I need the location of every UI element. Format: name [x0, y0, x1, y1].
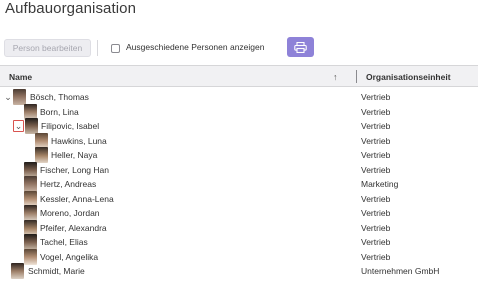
tree-row[interactable]: Vogel, Angelika Vertrieb — [0, 248, 478, 265]
person-name: Moreno, Jordan — [40, 208, 100, 218]
org-unit: Vertrieb — [361, 222, 391, 233]
tree-rows: ⌄ Bösch, Thomas Vertrieb Born, Lina Vert… — [0, 89, 478, 279]
tree-row[interactable]: Hertz, Andreas Marketing — [0, 176, 478, 192]
tree-row[interactable]: Pfeifer, Alexandra Vertrieb — [0, 219, 478, 236]
print-button[interactable] — [287, 37, 314, 57]
toolbar-divider — [97, 40, 98, 56]
column-header-name[interactable]: Name — [9, 72, 32, 82]
person-name: Bösch, Thomas — [30, 92, 89, 102]
tree-row[interactable]: Hawkins, Luna Vertrieb — [0, 132, 478, 149]
avatar — [24, 234, 37, 250]
arrow-up-icon[interactable]: ↑ — [333, 72, 338, 82]
show-retired-label[interactable]: Ausgeschiedene Personen anzeigen — [126, 42, 264, 52]
org-unit: Unternehmen GmbH — [361, 266, 440, 276]
tree-row[interactable]: ⌄ Filipovic, Isabel Vertrieb — [0, 118, 478, 134]
chevron-down-icon[interactable]: ⌄ — [13, 120, 24, 132]
avatar — [24, 176, 37, 192]
org-unit: Vertrieb — [361, 164, 391, 175]
toolbar: Person bearbeiten Ausgeschiedene Persone… — [0, 37, 478, 59]
org-unit: Vertrieb — [361, 193, 391, 204]
avatar — [25, 118, 38, 134]
org-unit: Vertrieb — [361, 121, 391, 131]
tree-row[interactable]: Born, Lina Vertrieb — [0, 103, 478, 120]
avatar — [24, 248, 37, 265]
avatar — [35, 147, 48, 163]
person-name: Born, Lina — [40, 106, 79, 117]
person-name: Hertz, Andreas — [40, 179, 97, 189]
person-name: Pfeifer, Alexandra — [40, 222, 107, 233]
avatar — [24, 205, 37, 221]
chevron-down-icon[interactable]: ⌄ — [3, 91, 13, 103]
person-name: Filipovic, Isabel — [41, 121, 100, 131]
grid-header: Name ↑ Organisationseinheit — [0, 66, 478, 87]
org-unit: Vertrieb — [361, 135, 391, 146]
tree-row[interactable]: ⌄ Bösch, Thomas Vertrieb — [0, 89, 478, 105]
org-unit: Vertrieb — [361, 237, 391, 247]
org-unit: Vertrieb — [361, 106, 391, 117]
person-name: Kessler, Anna-Lena — [40, 193, 114, 204]
org-unit: Vertrieb — [361, 92, 391, 102]
person-name: Heller, Naya — [51, 150, 98, 160]
org-unit: Vertrieb — [361, 251, 391, 262]
person-name: Fischer, Long Han — [40, 164, 109, 175]
person-name: Hawkins, Luna — [51, 135, 107, 146]
person-name: Vogel, Angelika — [40, 251, 99, 262]
person-name: Schmidt, Marie — [28, 266, 85, 276]
tree-row[interactable]: Moreno, Jordan Vertrieb — [0, 205, 478, 221]
show-retired-checkbox[interactable] — [111, 44, 120, 53]
org-tree-grid: Name ↑ Organisationseinheit ⌄ Bösch, Tho… — [0, 65, 478, 289]
avatar — [13, 89, 26, 105]
tree-row[interactable]: Schmidt, Marie Unternehmen GmbH — [0, 263, 478, 279]
person-name: Tachel, Elias — [40, 237, 88, 247]
column-header-org-unit[interactable]: Organisationseinheit — [366, 72, 451, 82]
tree-row[interactable]: Kessler, Anna-Lena Vertrieb — [0, 190, 478, 207]
edit-person-button[interactable]: Person bearbeiten — [4, 39, 91, 57]
printer-icon — [294, 41, 307, 53]
column-resize-handle[interactable] — [356, 70, 357, 83]
tree-row[interactable]: Fischer, Long Han Vertrieb — [0, 161, 478, 178]
org-unit: Vertrieb — [361, 150, 391, 160]
org-unit: Marketing — [361, 179, 399, 189]
avatar — [11, 263, 24, 279]
page-title: Aufbauorganisation — [5, 0, 137, 17]
org-unit: Vertrieb — [361, 208, 391, 218]
tree-row[interactable]: Heller, Naya Vertrieb — [0, 147, 478, 163]
tree-row[interactable]: Tachel, Elias Vertrieb — [0, 234, 478, 250]
